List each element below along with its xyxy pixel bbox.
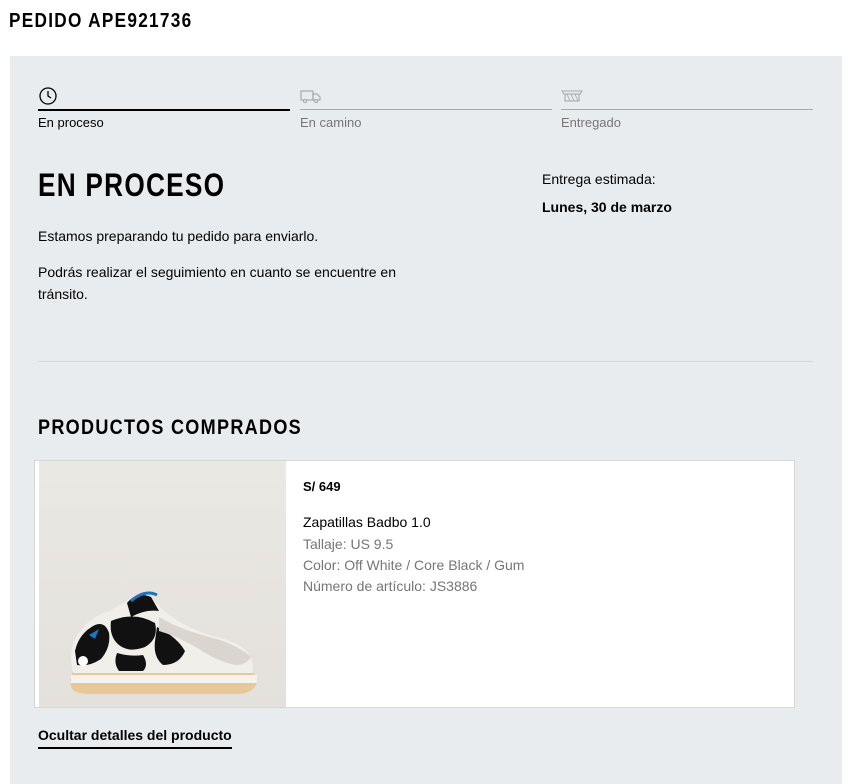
step-in-process: En proceso	[38, 86, 290, 136]
step-label: En proceso	[38, 115, 104, 130]
package-delivered-icon	[560, 86, 584, 106]
status-description: Estamos preparando tu pedido para enviar…	[38, 228, 319, 244]
status-title: EN PROCESO	[38, 167, 226, 203]
product-article-number: Número de artículo: JS3886	[303, 578, 478, 594]
truck-icon	[300, 86, 322, 106]
step-label: Entregado	[561, 115, 621, 130]
clock-icon	[38, 86, 60, 106]
delivery-estimate-label: Entrega estimada:	[542, 171, 656, 187]
status-tracking-note: Podrás realizar el seguimiento en cuanto…	[38, 264, 396, 302]
product-color: Color: Off White / Core Black / Gum	[303, 557, 525, 573]
product-price: S/ 649	[303, 479, 341, 494]
section-divider	[38, 361, 813, 362]
delivery-estimate-date: Lunes, 30 de marzo	[542, 199, 672, 215]
step-progress-line	[38, 109, 290, 111]
order-title: PEDIDO APE921736	[9, 10, 193, 32]
product-size: Tallaje: US 9.5	[303, 536, 394, 552]
step-label: En camino	[300, 115, 362, 130]
product-card: S/ 649 Zapatillas Badbo 1.0 Tallaje: US …	[34, 460, 795, 708]
order-status-panel: En proceso En camino Entregado EN PROCES…	[10, 56, 842, 784]
product-name[interactable]: Zapatillas Badbo 1.0	[303, 513, 431, 531]
sneaker-icon	[70, 591, 258, 694]
step-delivered: Entregado	[560, 86, 813, 136]
step-progress-line	[561, 109, 813, 110]
step-in-transit: En camino	[300, 86, 552, 136]
hide-product-details-link[interactable]: Ocultar detalles del producto	[38, 726, 232, 749]
products-title: PRODUCTOS COMPRADOS	[38, 416, 302, 439]
product-image[interactable]	[39, 461, 286, 707]
step-progress-line	[300, 109, 552, 110]
